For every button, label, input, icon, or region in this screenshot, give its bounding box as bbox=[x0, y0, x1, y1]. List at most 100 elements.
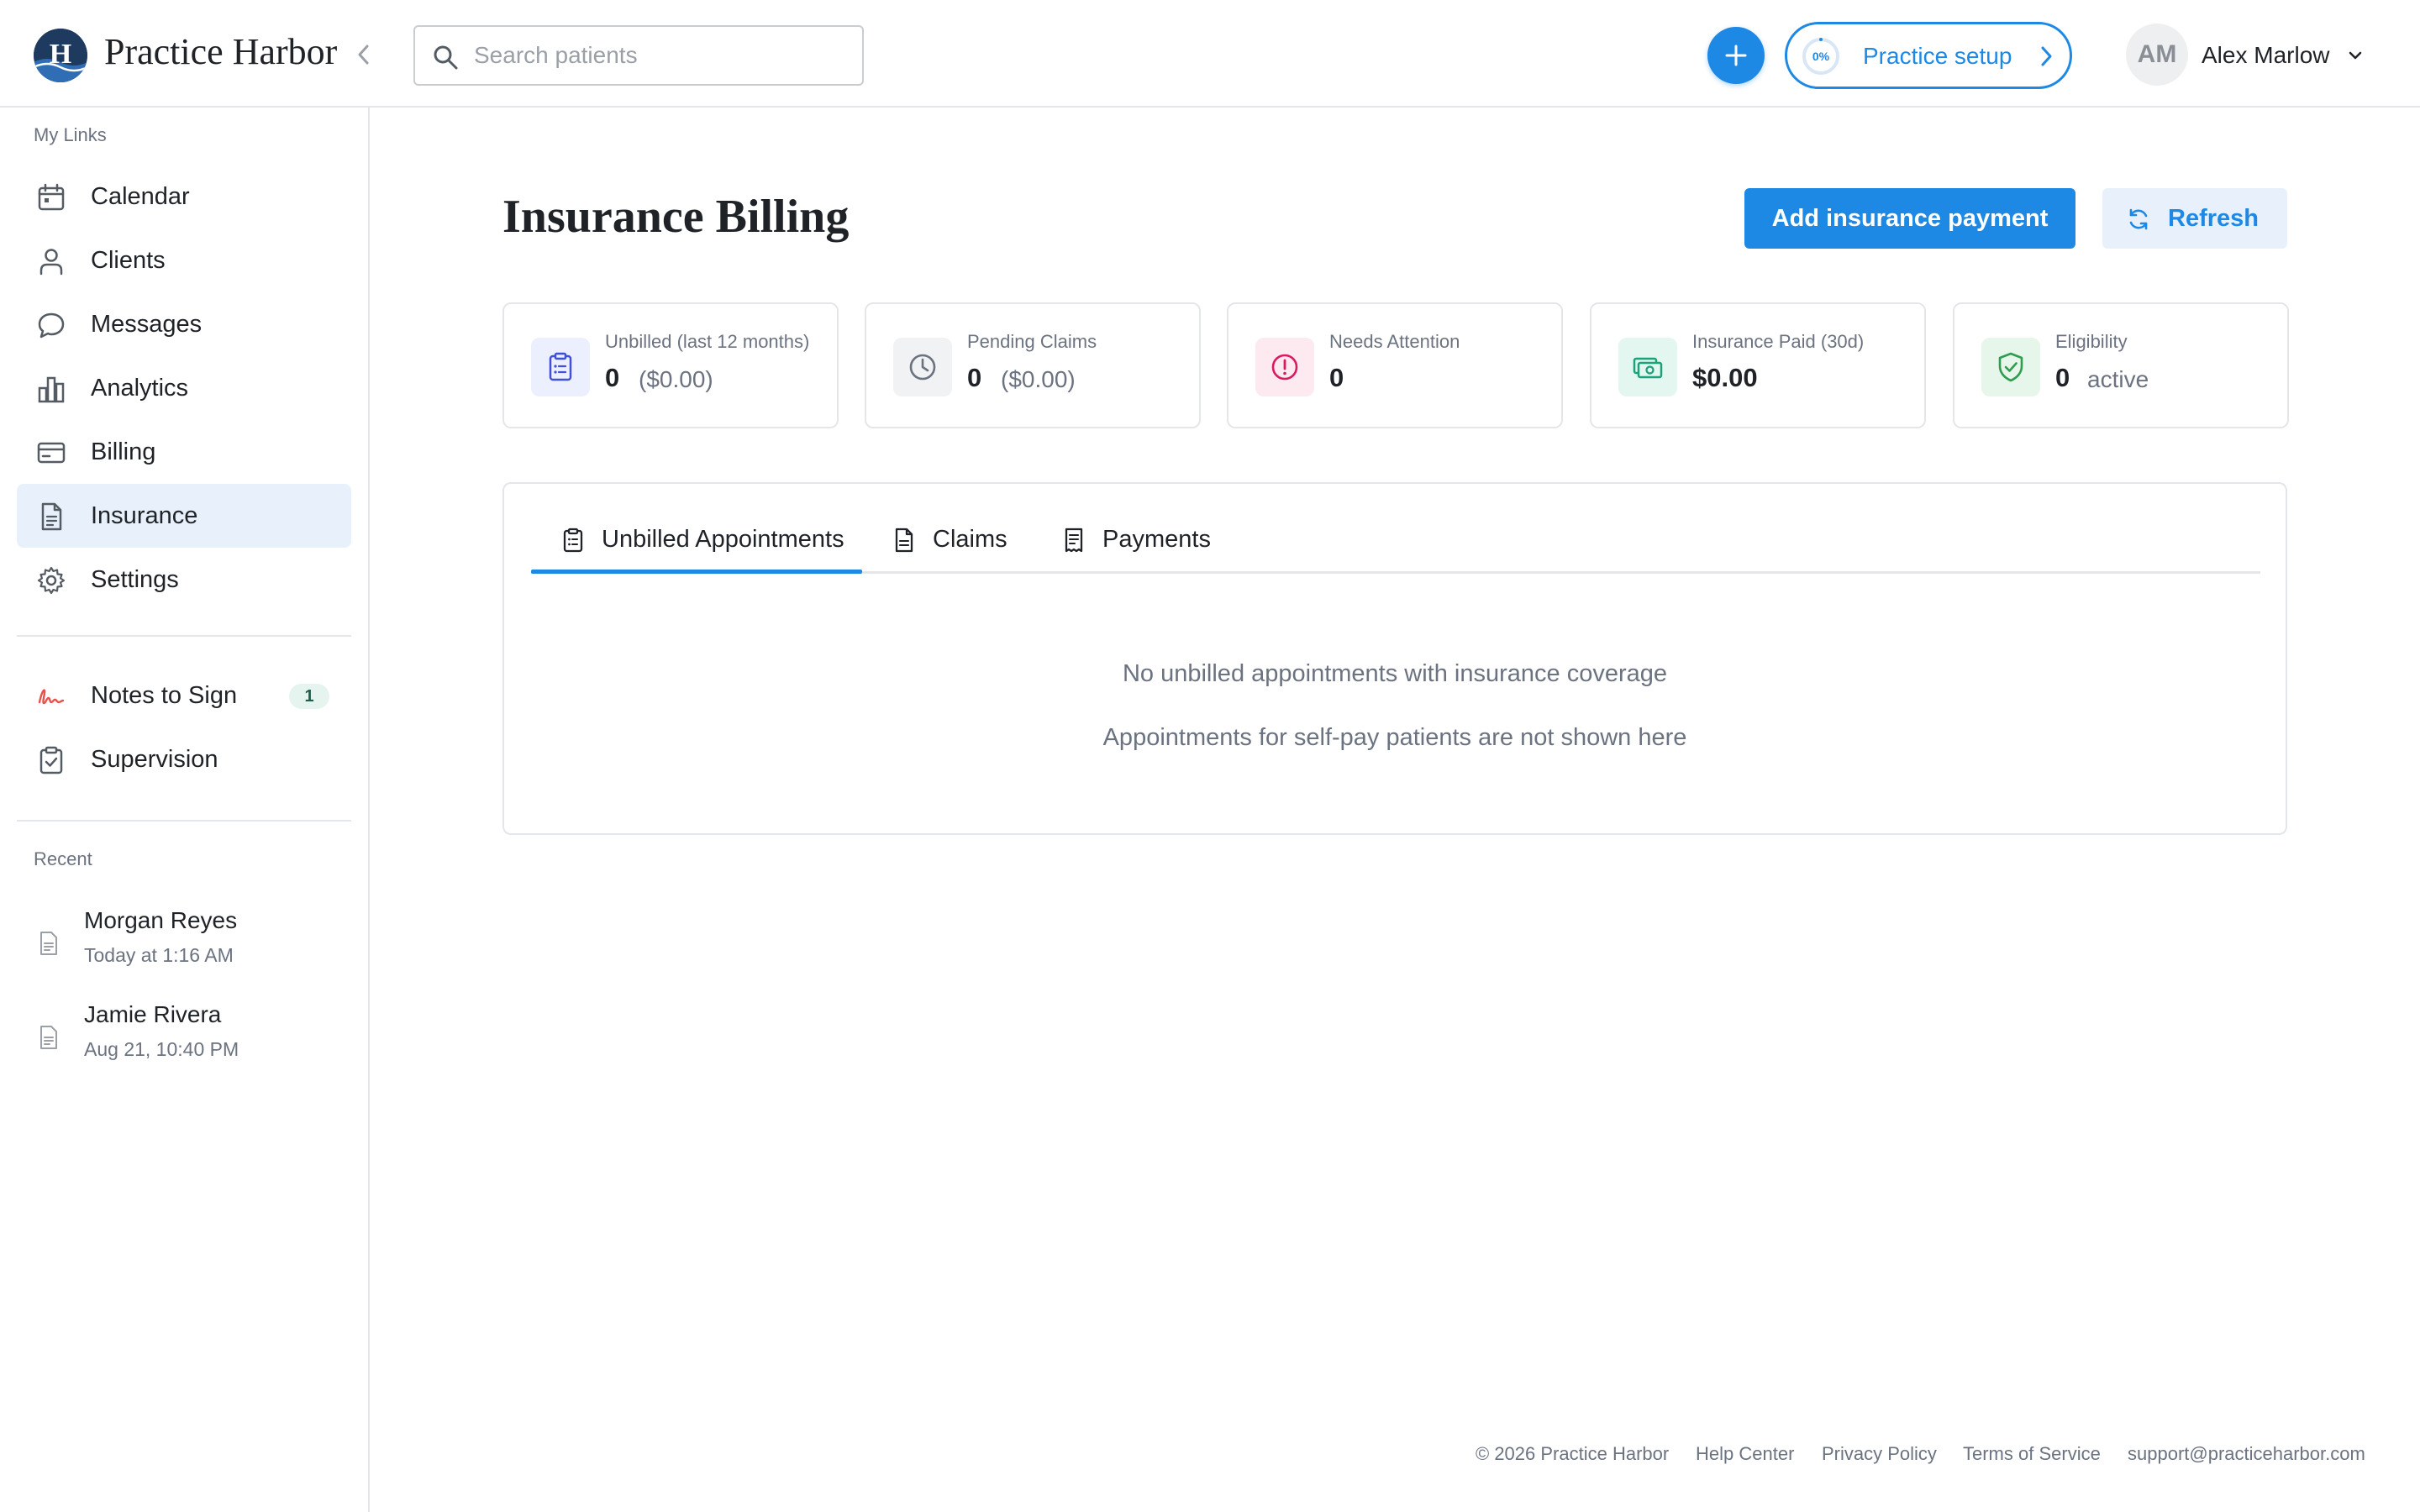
document-icon bbox=[41, 502, 62, 531]
footer-link-terms-of-service[interactable]: Terms of Service bbox=[1963, 1443, 2101, 1465]
stat-card-pending-claims[interactable]: Pending Claims 0 ($0.00) bbox=[865, 302, 1201, 428]
bar-chart-icon bbox=[38, 376, 65, 403]
add-insurance-payment-button[interactable]: Add insurance payment bbox=[1744, 188, 2075, 249]
sidebar-item-label: Clients bbox=[91, 247, 166, 274]
stat-value: 0 bbox=[1329, 363, 1344, 392]
plus-icon bbox=[1725, 45, 1747, 66]
top-bar: H Practice Harbor 0% Practice setup AM A… bbox=[0, 0, 2420, 108]
sidebar-item-insurance[interactable]: Insurance bbox=[17, 484, 351, 548]
chat-bubble-icon bbox=[38, 312, 65, 339]
sidebar-item-messages[interactable]: Messages bbox=[17, 292, 351, 356]
footer-link-support-email[interactable]: support@practiceharbor.com bbox=[2128, 1443, 2365, 1465]
logo-icon[interactable]: H bbox=[34, 29, 87, 82]
stat-label: Pending Claims bbox=[967, 331, 1097, 352]
stat-subvalue: ($0.00) bbox=[639, 366, 713, 392]
sidebar-divider bbox=[17, 635, 351, 637]
my-links-label: My Links bbox=[34, 124, 107, 145]
recent-item-name: Morgan Reyes bbox=[84, 907, 238, 933]
calendar-icon bbox=[38, 183, 65, 211]
search-input[interactable] bbox=[474, 30, 852, 81]
footer-link-privacy-policy[interactable]: Privacy Policy bbox=[1822, 1443, 1937, 1465]
stat-subvalue: ($0.00) bbox=[1001, 366, 1076, 392]
sidebar-item-label: Notes to Sign bbox=[91, 682, 238, 709]
stat-card-unbilled[interactable]: Unbilled (last 12 months) 0 ($0.00) bbox=[502, 302, 839, 428]
sidebar-item-label: Billing bbox=[91, 438, 156, 465]
setup-progress-percent: 0% bbox=[1812, 50, 1830, 63]
chevron-right-icon bbox=[2041, 46, 2052, 66]
setup-progress-ring: 0% bbox=[1801, 36, 1841, 76]
sidebar-item-supervision[interactable]: Supervision bbox=[17, 727, 351, 791]
collapse-sidebar-button[interactable] bbox=[350, 40, 376, 69]
avatar[interactable]: AM bbox=[2126, 24, 2188, 86]
recent-item[interactable]: Morgan Reyes Today at 1:16 AM bbox=[17, 906, 351, 986]
tab-label: Payments bbox=[1102, 526, 1211, 553]
cash-icon bbox=[1618, 338, 1677, 396]
recent-label: Recent bbox=[34, 848, 92, 869]
tab-claims[interactable]: Claims bbox=[892, 522, 1027, 573]
stat-value: $0.00 bbox=[1692, 363, 1758, 392]
recent-item-time: Today at 1:16 AM bbox=[84, 944, 234, 966]
stat-label: Eligibility bbox=[2055, 331, 2128, 352]
tab-unbilled-appointments[interactable]: Unbilled Appointments bbox=[561, 522, 847, 573]
tab-label: Claims bbox=[933, 526, 1007, 553]
stat-card-needs-attention[interactable]: Needs Attention 0 bbox=[1227, 302, 1563, 428]
clipboard-check-icon bbox=[39, 746, 63, 774]
refresh-icon bbox=[2129, 208, 2148, 230]
sidebar-item-billing[interactable]: Billing bbox=[17, 420, 351, 484]
sidebar-item-analytics[interactable]: Analytics bbox=[17, 356, 351, 420]
sidebar-item-label: Analytics bbox=[91, 375, 189, 402]
stat-value: 0 bbox=[2055, 363, 2070, 392]
stat-card-eligibility[interactable]: Eligibility 0 active bbox=[1953, 302, 2289, 428]
shield-check-icon bbox=[1981, 338, 2040, 396]
search-icon bbox=[434, 45, 458, 70]
stat-subvalue: active bbox=[2087, 366, 2149, 392]
page-title: Insurance Billing bbox=[502, 191, 850, 243]
document-icon bbox=[40, 932, 57, 955]
document-icon bbox=[895, 528, 913, 553]
billing-panel: Unbilled Appointments Claims Payments No… bbox=[502, 482, 2287, 835]
brand-name[interactable]: Practice Harbor bbox=[104, 30, 337, 73]
receipt-icon bbox=[1065, 528, 1083, 553]
person-icon bbox=[39, 249, 63, 276]
recent-item-name: Jamie Rivera bbox=[84, 1001, 222, 1027]
tab-payments[interactable]: Payments bbox=[1062, 522, 1230, 573]
sidebar-item-label: Insurance bbox=[91, 502, 198, 529]
chevron-left-icon bbox=[358, 45, 369, 65]
sidebar: My Links Calendar Clients Messages Analy… bbox=[0, 108, 370, 1512]
document-icon bbox=[40, 1026, 57, 1049]
logo-letter: H bbox=[50, 39, 71, 70]
practice-setup-button[interactable]: 0% Practice setup bbox=[1785, 22, 2072, 89]
clipboard-list-icon bbox=[563, 528, 583, 553]
sidebar-item-notes-to-sign[interactable]: Notes to Sign 1 bbox=[17, 664, 351, 727]
stat-label: Needs Attention bbox=[1329, 331, 1460, 352]
empty-state-title: No unbilled appointments with insurance … bbox=[1122, 660, 1668, 687]
footer-link-help-center[interactable]: Help Center bbox=[1696, 1443, 1794, 1465]
refresh-button[interactable]: Refresh bbox=[2102, 188, 2287, 249]
refresh-label: Refresh bbox=[2168, 205, 2259, 232]
stat-label: Unbilled (last 12 months) bbox=[605, 331, 810, 352]
user-name[interactable]: Alex Marlow bbox=[2202, 42, 2329, 69]
stat-value: 0 bbox=[605, 363, 620, 392]
quick-add-button[interactable] bbox=[1707, 27, 1765, 84]
sidebar-item-label: Supervision bbox=[91, 746, 218, 773]
sidebar-item-label: Messages bbox=[91, 311, 203, 338]
stat-card-insurance-paid[interactable]: Insurance Paid (30d) $0.00 bbox=[1590, 302, 1926, 428]
footer-copyright: © 2026 Practice Harbor bbox=[1476, 1443, 1670, 1464]
chevron-down-icon[interactable] bbox=[2346, 47, 2365, 64]
recent-item-time: Aug 21, 10:40 PM bbox=[84, 1038, 239, 1060]
sidebar-item-settings[interactable]: Settings bbox=[17, 548, 351, 612]
search-box bbox=[413, 25, 864, 86]
gear-icon bbox=[37, 566, 66, 595]
sidebar-item-label: Settings bbox=[91, 566, 179, 593]
signature-icon bbox=[38, 689, 65, 705]
empty-state-subtitle: Appointments for self-pay patients are n… bbox=[1102, 724, 1687, 751]
tab-label: Unbilled Appointments bbox=[602, 526, 844, 553]
credit-card-icon bbox=[37, 442, 66, 464]
alert-circle-icon bbox=[1255, 338, 1314, 396]
sidebar-item-calendar[interactable]: Calendar bbox=[17, 165, 351, 228]
clipboard-list-icon bbox=[531, 338, 590, 396]
setup-label: Practice setup bbox=[1863, 43, 2012, 69]
recent-item[interactable]: Jamie Rivera Aug 21, 10:40 PM bbox=[17, 1000, 351, 1080]
stat-label: Insurance Paid (30d) bbox=[1692, 331, 1865, 352]
sidebar-item-clients[interactable]: Clients bbox=[17, 228, 351, 292]
